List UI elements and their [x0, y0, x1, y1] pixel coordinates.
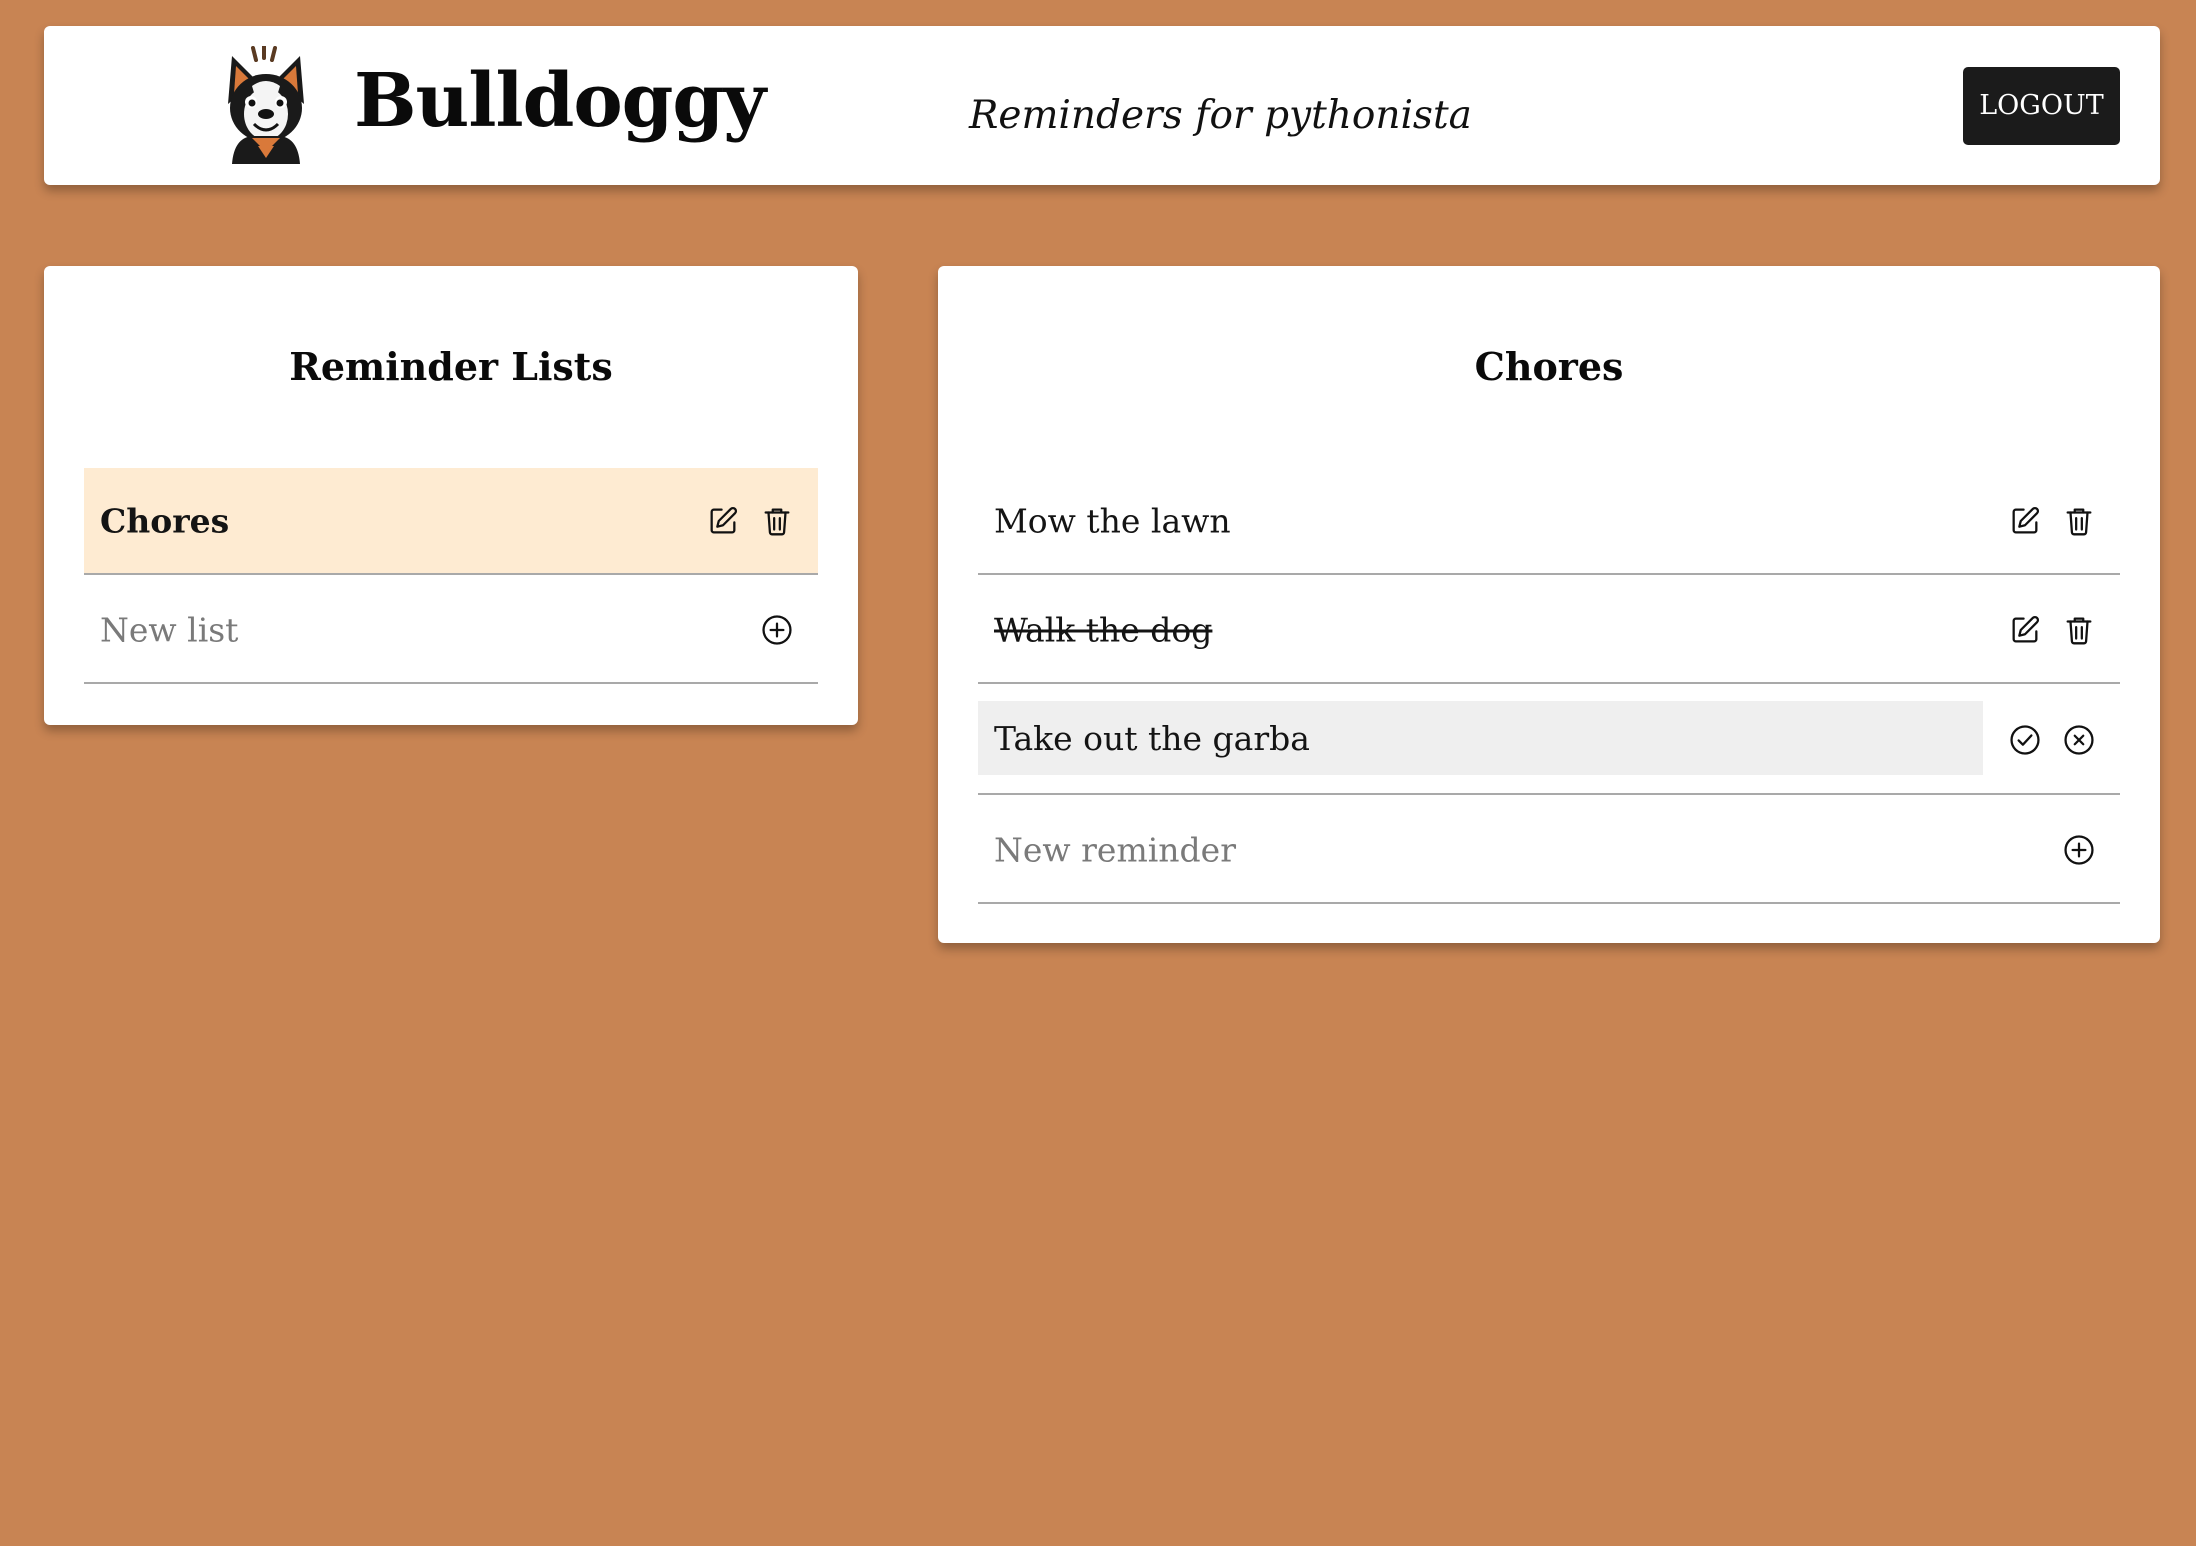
reminders-list: Mow the lawn Walk the dog Take out the g… — [978, 468, 2120, 904]
reminder-label[interactable]: Mow the lawn — [994, 504, 1231, 537]
trash-icon[interactable] — [2062, 613, 2096, 647]
reminder-actions — [2008, 613, 2096, 647]
plus-circle-icon[interactable] — [760, 613, 794, 647]
edit-icon[interactable] — [2008, 613, 2042, 647]
new-list-placeholder[interactable]: New list — [100, 613, 238, 646]
reminder-item-completed[interactable]: Walk the dog — [978, 577, 2120, 684]
logout-button[interactable]: LOGOUT — [1963, 67, 2120, 145]
new-reminder-row[interactable]: New reminder — [978, 797, 2120, 904]
bulldog-logo — [222, 44, 310, 164]
list-item-actions — [706, 504, 794, 538]
reminder-lists-title: Reminder Lists — [289, 344, 613, 389]
list-item-chores[interactable]: Chores — [84, 468, 818, 575]
reminders-panel: Chores Mow the lawn Walk the dog Take ou… — [938, 266, 2160, 943]
x-circle-icon[interactable] — [2062, 723, 2096, 757]
check-circle-icon[interactable] — [2008, 723, 2042, 757]
reminder-edit-row — [978, 686, 2120, 795]
edit-icon[interactable] — [706, 504, 740, 538]
reminder-edit-input[interactable] — [978, 701, 1983, 775]
reminders-title: Chores — [1474, 344, 1624, 389]
plus-circle-icon[interactable] — [2062, 833, 2096, 867]
app-tagline: Reminders for pythonista — [969, 93, 1472, 138]
reminder-label[interactable]: Walk the dog — [994, 613, 1212, 646]
reminder-actions — [2008, 504, 2096, 538]
new-reminder-placeholder[interactable]: New reminder — [994, 833, 1236, 866]
trash-icon[interactable] — [2062, 504, 2096, 538]
trash-icon[interactable] — [760, 504, 794, 538]
new-list-actions — [760, 613, 794, 647]
list-item-label[interactable]: Chores — [100, 504, 229, 537]
reminder-edit-actions — [2008, 723, 2096, 757]
reminder-item[interactable]: Mow the lawn — [978, 468, 2120, 575]
new-reminder-actions — [2062, 833, 2096, 867]
reminder-lists-panel: Reminder Lists Chores New list — [44, 266, 858, 725]
app-header: Bulldoggy Reminders for pythonista LOGOU… — [44, 26, 2160, 185]
reminder-lists: Chores New list — [84, 468, 818, 684]
new-list-row[interactable]: New list — [84, 577, 818, 684]
app-title: Bulldoggy — [354, 58, 766, 144]
edit-icon[interactable] — [2008, 504, 2042, 538]
